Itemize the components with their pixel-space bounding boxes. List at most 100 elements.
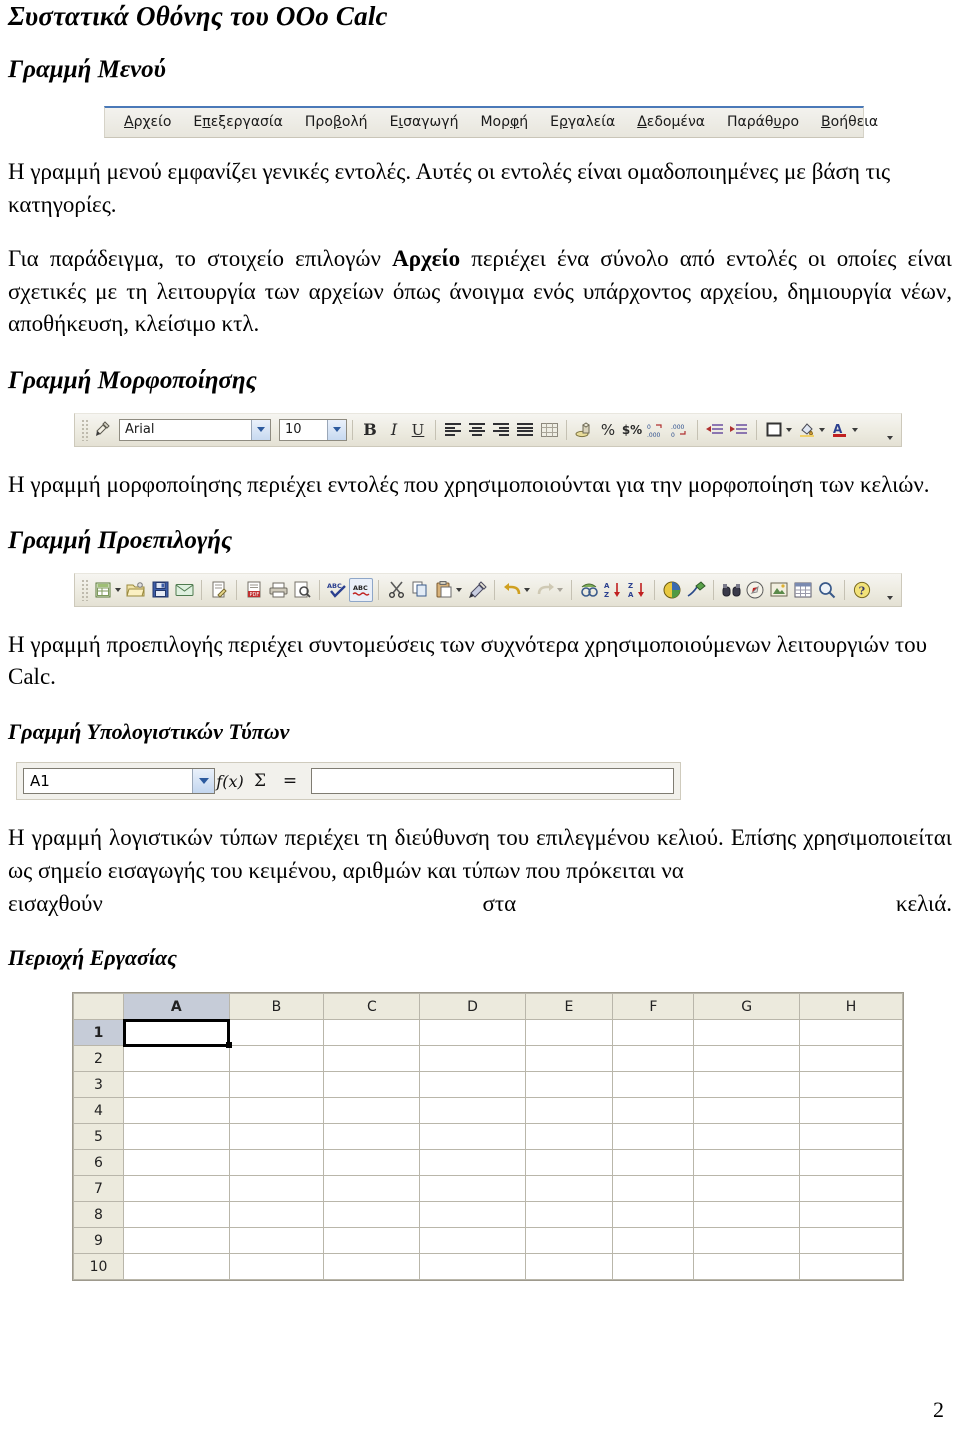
cell-f3[interactable] xyxy=(612,1071,695,1099)
menu-item-window[interactable]: Παράθυρο xyxy=(716,114,810,130)
cell-c4[interactable] xyxy=(323,1097,421,1125)
cell-d10[interactable] xyxy=(419,1253,526,1281)
cell-c2[interactable] xyxy=(323,1045,421,1073)
copy-icon[interactable] xyxy=(408,578,432,602)
formatting-toolbar[interactable]: Arial 10 B I U % $% 0 .000 .000 0 A xyxy=(74,412,902,447)
paste-chevron-down-icon[interactable] xyxy=(456,587,462,592)
help-icon[interactable]: ? xyxy=(850,578,874,602)
edit-file-icon[interactable] xyxy=(207,578,231,602)
save-icon[interactable] xyxy=(148,578,172,602)
open-file-icon[interactable] xyxy=(124,578,148,602)
align-left-icon[interactable] xyxy=(441,418,465,442)
cell-e5[interactable] xyxy=(524,1123,614,1151)
cell-d5[interactable] xyxy=(419,1123,526,1151)
insert-draw-icon[interactable] xyxy=(684,578,708,602)
print-icon[interactable] xyxy=(266,578,290,602)
insert-chart-icon[interactable] xyxy=(660,578,684,602)
cell-a1[interactable] xyxy=(122,1018,232,1049)
cut-icon[interactable] xyxy=(384,578,408,602)
cell-d4[interactable] xyxy=(419,1097,526,1125)
cell-f6[interactable] xyxy=(612,1149,695,1177)
cell-f10[interactable] xyxy=(612,1253,695,1281)
sort-descending-icon[interactable]: Z A xyxy=(625,578,649,602)
cell-f4[interactable] xyxy=(612,1097,695,1125)
cell-a4[interactable] xyxy=(123,1097,230,1125)
add-decimal-icon[interactable]: 0 .000 xyxy=(644,418,668,442)
cell-a6[interactable] xyxy=(123,1149,230,1177)
cell-a3[interactable] xyxy=(123,1071,230,1099)
cell-g9[interactable] xyxy=(693,1227,801,1255)
sum-button[interactable]: Σ xyxy=(245,767,275,795)
column-header-g[interactable]: G xyxy=(693,993,801,1021)
cell-g6[interactable] xyxy=(693,1149,801,1177)
menu-item-view[interactable]: Προβολή xyxy=(294,114,379,130)
cell-b7[interactable] xyxy=(228,1175,325,1203)
row-header-1[interactable]: 1 xyxy=(73,1019,124,1047)
gallery-icon[interactable] xyxy=(767,578,791,602)
cell-h6[interactable] xyxy=(799,1149,903,1177)
cell-f8[interactable] xyxy=(612,1201,695,1229)
cell-a2[interactable] xyxy=(123,1045,230,1073)
borders-chevron-down-icon[interactable] xyxy=(786,427,792,432)
cell-d1[interactable] xyxy=(419,1019,526,1047)
new-document-chevron-down-icon[interactable] xyxy=(115,587,121,592)
row-header-6[interactable]: 6 xyxy=(73,1149,124,1177)
cell-b3[interactable] xyxy=(228,1071,325,1099)
formula-bar[interactable]: A1 f(x) Σ = xyxy=(16,762,681,801)
cell-g3[interactable] xyxy=(693,1071,801,1099)
cell-d2[interactable] xyxy=(419,1045,526,1073)
undo-chevron-down-icon[interactable] xyxy=(524,587,530,592)
column-header-c[interactable]: C xyxy=(323,993,421,1021)
input-line[interactable] xyxy=(311,768,674,795)
italic-button[interactable]: I xyxy=(382,418,406,442)
cell-b2[interactable] xyxy=(228,1045,325,1073)
row-header-8[interactable]: 8 xyxy=(73,1201,124,1229)
cell-c9[interactable] xyxy=(323,1227,421,1255)
cell-c8[interactable] xyxy=(323,1201,421,1229)
column-header-b[interactable]: B xyxy=(228,993,325,1021)
row-header-10[interactable]: 10 xyxy=(73,1253,124,1281)
name-box[interactable]: A1 xyxy=(23,768,215,795)
cell-a9[interactable] xyxy=(123,1227,230,1255)
undo-icon[interactable] xyxy=(500,578,524,602)
cell-f5[interactable] xyxy=(612,1123,695,1151)
column-header-a[interactable]: A xyxy=(123,993,230,1021)
borders-icon[interactable] xyxy=(762,418,786,442)
redo-chevron-down-icon[interactable] xyxy=(557,587,563,592)
cell-h10[interactable] xyxy=(799,1253,903,1281)
paste-icon[interactable] xyxy=(432,578,456,602)
font-color-chevron-down-icon[interactable] xyxy=(852,427,858,432)
cell-e7[interactable] xyxy=(524,1175,614,1203)
worksheet-grid[interactable]: A B C D E F G H 1 2 3 4 5 6 7 8 9 10 xyxy=(72,992,904,1282)
number-format-percent-icon[interactable]: % xyxy=(596,418,620,442)
select-all-corner[interactable] xyxy=(73,993,124,1021)
cell-e4[interactable] xyxy=(524,1097,614,1125)
toolbar-grip-icon[interactable] xyxy=(81,418,88,441)
cell-g1[interactable] xyxy=(693,1019,801,1047)
cell-b4[interactable] xyxy=(228,1097,325,1125)
autospellcheck-icon[interactable]: ABC xyxy=(349,577,373,602)
redo-icon[interactable] xyxy=(533,578,557,602)
navigator-icon[interactable] xyxy=(743,578,767,602)
cell-b1[interactable] xyxy=(228,1019,325,1047)
cell-c3[interactable] xyxy=(323,1071,421,1099)
decrease-indent-icon[interactable] xyxy=(703,418,727,442)
increase-indent-icon[interactable] xyxy=(727,418,751,442)
menu-item-help[interactable]: Βοήθεια xyxy=(810,114,889,130)
font-name-chevron-down-icon[interactable] xyxy=(251,419,270,440)
cell-d3[interactable] xyxy=(419,1071,526,1099)
cell-e10[interactable] xyxy=(524,1253,614,1281)
cell-c5[interactable] xyxy=(323,1123,421,1151)
merge-cells-icon[interactable] xyxy=(537,418,561,442)
column-header-f[interactable]: F xyxy=(612,993,695,1021)
cell-g4[interactable] xyxy=(693,1097,801,1125)
menubar[interactable]: Αρχείο Επεξεργασία Προβολή Εισαγωγή Μορφ… xyxy=(104,105,878,138)
cell-d9[interactable] xyxy=(419,1227,526,1255)
cell-h4[interactable] xyxy=(799,1097,903,1125)
background-color-chevron-down-icon[interactable] xyxy=(819,427,825,432)
cell-e1[interactable] xyxy=(524,1019,614,1047)
menu-item-data[interactable]: Δεδομένα xyxy=(626,114,716,130)
align-center-icon[interactable] xyxy=(465,418,489,442)
cell-b6[interactable] xyxy=(228,1149,325,1177)
name-box-chevron-down-icon[interactable] xyxy=(192,769,214,794)
